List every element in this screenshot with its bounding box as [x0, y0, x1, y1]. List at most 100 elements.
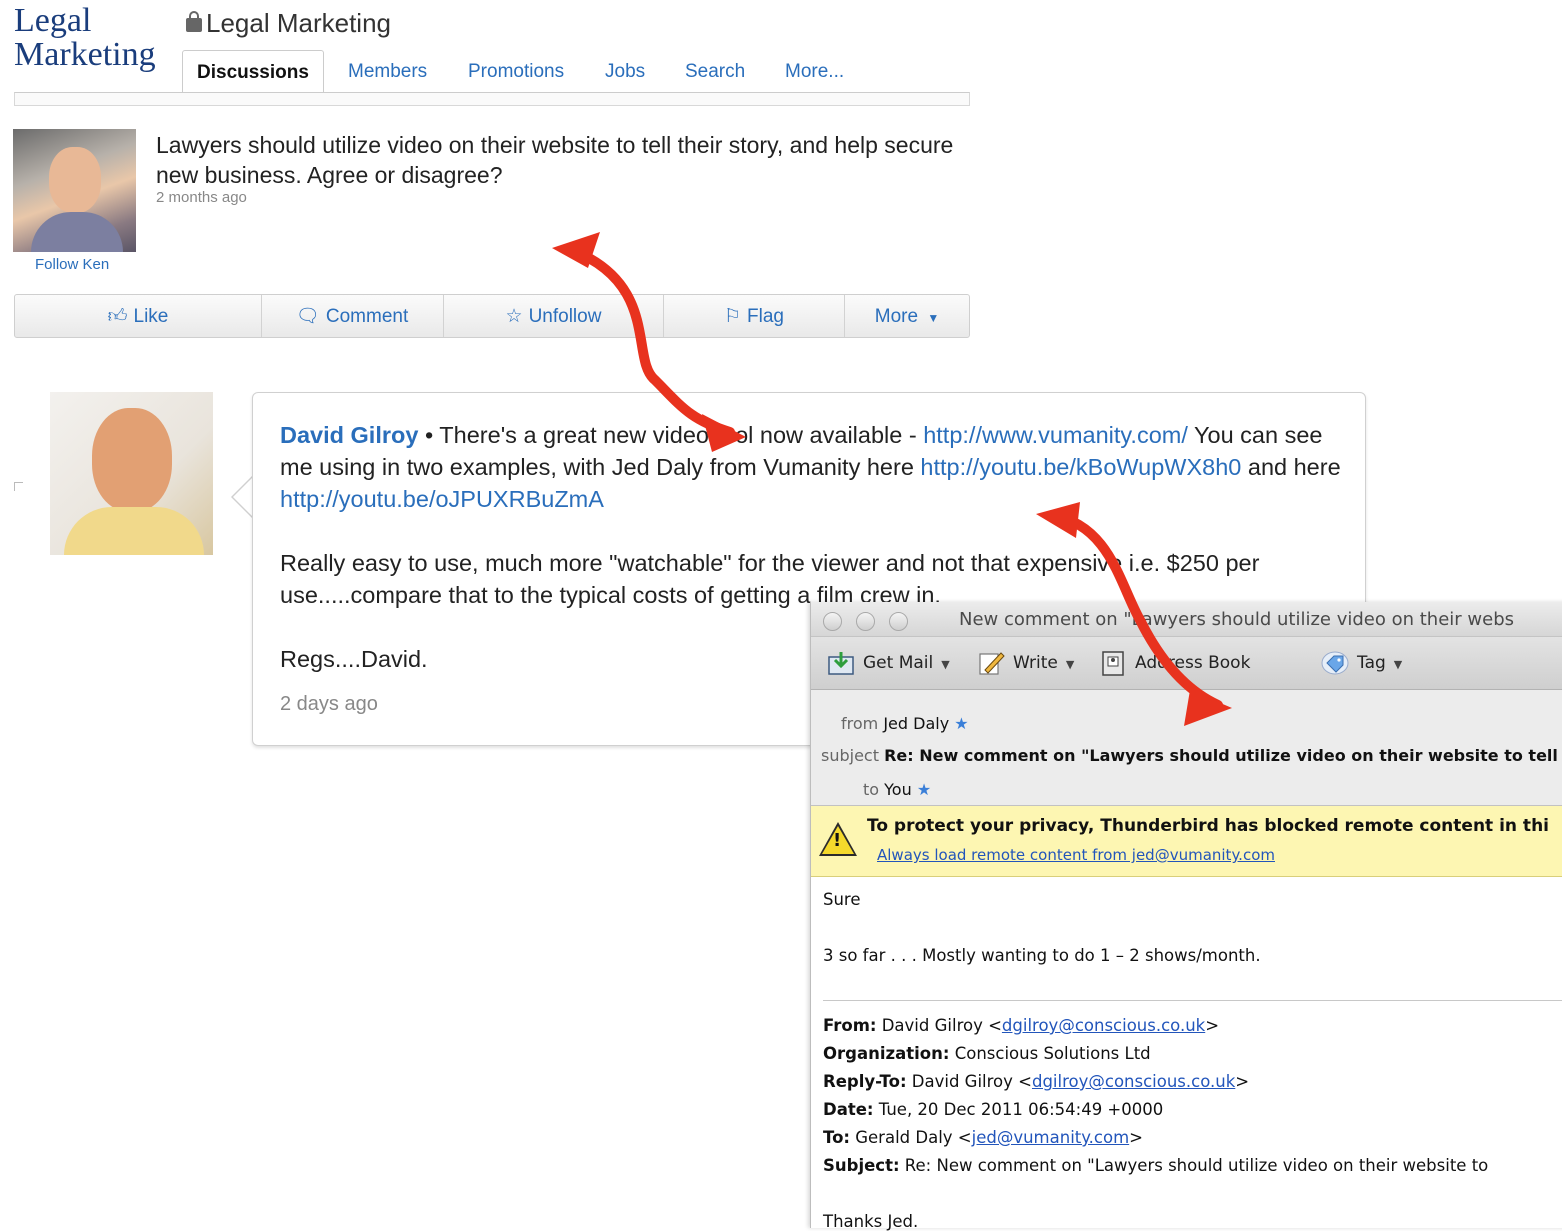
to-email-link[interactable]: jed@vumanity.com — [972, 1128, 1130, 1147]
pencil-icon — [979, 652, 1005, 675]
warning-mark: ! — [833, 830, 842, 851]
lock-icon — [186, 11, 202, 32]
comment-text-1: • There's a great new video tool now ava… — [418, 422, 924, 448]
angle-bracket: > — [1129, 1128, 1143, 1147]
star-icon[interactable]: ★ — [954, 714, 968, 733]
comment-paragraph-1: David Gilroy • There's a great new video… — [280, 419, 1350, 515]
minimize-window-button[interactable] — [856, 612, 875, 631]
close-window-button[interactable] — [823, 612, 842, 631]
group-logo[interactable]: Legal Marketing — [14, 4, 156, 72]
thunderbird-window: New comment on "Lawyers should utilize v… — [810, 602, 1562, 1231]
comment-bubble-tail — [231, 475, 254, 519]
logo-line-1: Legal — [14, 2, 92, 39]
load-remote-content-link[interactable]: Always load remote content from jed@vuma… — [877, 846, 1275, 864]
window-title: New comment on "Lawyers should utilize v… — [959, 609, 1515, 630]
quoted-date-value: Tue, 20 Dec 2011 06:54:49 +0000 — [873, 1100, 1164, 1119]
write-label: Write — [1013, 653, 1058, 673]
reply-to-email-link[interactable]: dgilroy@conscious.co.uk — [1032, 1072, 1235, 1091]
vumanity-link[interactable]: http://www.vumanity.com/ — [923, 422, 1188, 448]
tab-jobs[interactable]: Jobs — [605, 50, 645, 92]
notice-text: To protect your privacy, Thunderbird has… — [867, 816, 1549, 836]
mail-toolbar: Get Mail ▼ Write ▼ Address Book Tag ▼ — [811, 637, 1562, 690]
quoted-to-label: To: — [823, 1128, 850, 1147]
quoted-reply-label: Reply-To: — [823, 1072, 907, 1091]
quoted-org-label: Organization: — [823, 1044, 950, 1063]
group-title-text: Legal Marketing — [206, 8, 391, 38]
address-book-icon — [1102, 651, 1124, 676]
comment-author-link[interactable]: David Gilroy — [280, 422, 418, 448]
subject-label: subject — [821, 746, 879, 765]
avatar-david[interactable] — [50, 392, 213, 555]
logo-line-2: Marketing — [14, 36, 156, 73]
follow-ken-link[interactable]: Follow Ken — [35, 256, 109, 273]
message-header: from Jed Daly ★ subject Re: New comment … — [811, 690, 1562, 806]
body-line-shows: 3 so far . . . Mostly wanting to do 1 – … — [823, 946, 1261, 965]
remote-content-notice: ! To protect your privacy, Thunderbird h… — [811, 806, 1562, 877]
tag-button[interactable]: Tag ▼ — [1321, 649, 1402, 677]
get-mail-icon — [828, 652, 854, 675]
quoted-from-label: From: — [823, 1016, 877, 1035]
from-email-link[interactable]: dgilroy@conscious.co.uk — [1002, 1016, 1205, 1035]
comment-label: Comment — [325, 306, 409, 327]
subject-value: Re: New comment on "Lawyers should utili… — [884, 746, 1562, 765]
discussion-question[interactable]: Lawyers should utilize video on their we… — [156, 130, 956, 190]
comment-text-3: and here — [1241, 454, 1341, 480]
address-book-button[interactable]: Address Book — [1099, 649, 1250, 677]
youtube-link-2[interactable]: http://youtu.be/oJPUXRBuZmA — [280, 486, 604, 512]
quote-divider — [823, 1000, 1562, 1001]
write-button[interactable]: Write ▼ — [977, 649, 1074, 677]
star-icon[interactable]: ★ — [917, 780, 931, 799]
unfollow-button[interactable]: ☆ Unfollow — [444, 295, 663, 337]
comment-time: 2 days ago — [280, 693, 378, 715]
angle-bracket: > — [1235, 1072, 1250, 1091]
quoted-org-value: Conscious Solutions Ltd — [949, 1044, 1151, 1063]
body-line-thanks: Thanks Jed. — [823, 1212, 919, 1231]
discussion-action-bar: 👍︎ Like 🗨︎ Comment ☆ Unfollow ⚐ Flag More ▼ — [14, 294, 970, 338]
quoted-date-label: Date: — [823, 1100, 874, 1119]
zoom-window-button[interactable] — [889, 612, 908, 631]
quoted-subject-label: Subject: — [823, 1156, 900, 1175]
star-outline-icon: ☆ — [505, 306, 523, 327]
get-mail-label: Get Mail — [863, 653, 934, 673]
tab-more[interactable]: More... — [785, 50, 844, 92]
quoted-org-line: Organization: Conscious Solutions Ltd — [823, 1044, 1151, 1063]
avatar-face — [49, 147, 101, 213]
header-from-row: from Jed Daly ★ — [841, 714, 969, 733]
tag-icon — [1321, 651, 1349, 675]
youtube-link-1[interactable]: http://youtu.be/kBoWupWX8h0 — [920, 454, 1241, 480]
window-titlebar[interactable]: New comment on "Lawyers should utilize v… — [811, 602, 1562, 637]
from-label: from — [841, 714, 879, 733]
angle-bracket: > — [1205, 1016, 1220, 1035]
quoted-reply-name: David Gilroy < — [906, 1072, 1032, 1091]
tab-promotions[interactable]: Promotions — [468, 50, 564, 92]
tab-members[interactable]: Members — [348, 50, 427, 92]
quoted-to-line: To: Gerald Daly <jed@vumanity.com> — [823, 1128, 1143, 1147]
more-actions-button[interactable]: More ▼ — [845, 295, 969, 337]
avatar-shirt — [31, 212, 123, 252]
chevron-down-icon: ▼ — [941, 658, 950, 671]
unfollow-label: Unfollow — [528, 306, 602, 327]
quoted-from-name: David Gilroy < — [876, 1016, 1002, 1035]
tab-search[interactable]: Search — [685, 50, 745, 92]
get-mail-button[interactable]: Get Mail ▼ — [827, 649, 950, 677]
collapse-toggle[interactable] — [14, 482, 23, 491]
arrowhead-1a — [552, 232, 600, 268]
avatar-ken[interactable] — [13, 129, 136, 252]
comment-button[interactable]: 🗨︎ Comment — [262, 295, 442, 337]
group-title: Legal Marketing — [186, 8, 391, 39]
discussion-time: 2 months ago — [156, 189, 247, 206]
chevron-down-icon: ▼ — [1393, 658, 1403, 671]
header-subject-row: subject Re: New comment on "Lawyers shou… — [821, 746, 1562, 765]
tab-discussions[interactable]: Discussions — [182, 50, 324, 93]
quoted-subject-value: Re: New comment on "Lawyers should utili… — [899, 1156, 1489, 1175]
quoted-reply-to-line: Reply-To: David Gilroy <dgilroy@consciou… — [823, 1072, 1249, 1091]
like-label: Like — [133, 306, 169, 327]
to-value[interactable]: You — [884, 780, 912, 799]
more-label: More — [874, 306, 919, 327]
to-label: to — [863, 780, 880, 799]
like-button[interactable]: 👍︎ Like — [15, 295, 261, 337]
from-value[interactable]: Jed Daly — [883, 714, 949, 733]
flag-button[interactable]: ⚐ Flag — [664, 295, 844, 337]
avatar-shirt — [64, 507, 204, 555]
header-to-row: to You ★ — [863, 780, 931, 799]
